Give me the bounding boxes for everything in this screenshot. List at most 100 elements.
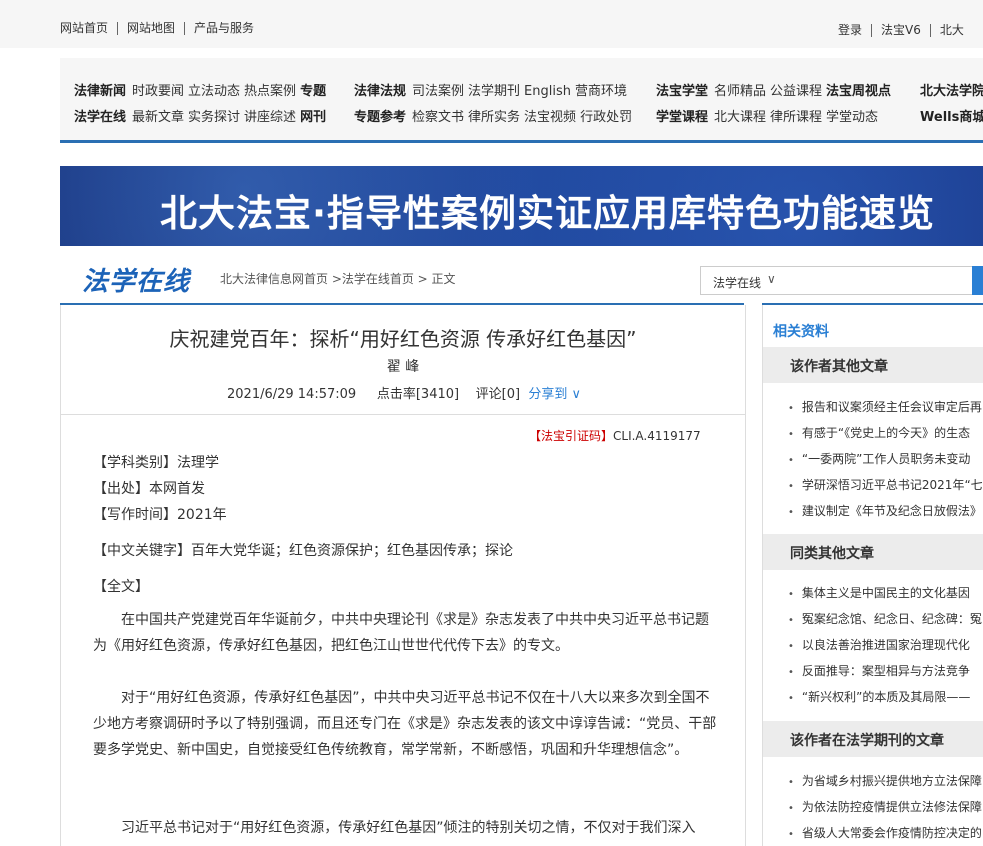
- chevron-down-icon: ∨: [767, 272, 776, 286]
- nav-group-academy: 法宝学堂 名师精品 公益课程 法宝周视点: [656, 80, 897, 99]
- journal-articles-list: 为省域乡村振兴提供地方立法保障 为依法防控疫情提供立法修法保障 省级人大常委会作…: [788, 768, 983, 846]
- list-item[interactable]: 省级人大常委会作疫情防控决定的: [788, 820, 983, 846]
- nav-divider: [60, 140, 983, 143]
- list-item[interactable]: 反面推导：案型相异与方法竞争: [788, 658, 983, 684]
- nav-link[interactable]: 热点案例: [244, 84, 296, 99]
- search-scope-value: 法学在线: [713, 276, 762, 290]
- promo-banner[interactable]: 北大法宝·指导性案例实证应用库特色功能速览: [60, 166, 983, 246]
- nav-link[interactable]: 法学期刊: [468, 84, 520, 99]
- nav-group-shop: Wells商城: [920, 106, 983, 125]
- list-item[interactable]: 有感于“《党史上的今天》的生态: [788, 420, 983, 446]
- section-title: 该作者在法学期刊的文章: [790, 733, 944, 749]
- divider: [117, 22, 119, 35]
- section-similar-articles: 同类其他文章: [763, 534, 983, 570]
- share-button[interactable]: 分享到 ∨: [528, 387, 581, 402]
- list-item[interactable]: 以良法善治推进国家治理现代化: [788, 632, 983, 658]
- search-scope-select[interactable]: 法学在线 ∨: [700, 266, 784, 295]
- source: 【出处】本网首发: [93, 481, 205, 497]
- article-author[interactable]: 翟 峰: [61, 356, 745, 376]
- list-item[interactable]: 集体主义是中国民主的文化基因: [788, 580, 983, 606]
- written-time: 【写作时间】2021年: [93, 507, 227, 523]
- nav-group-law: 法律法规 司法案例 法学期刊 English 营商环境: [354, 80, 631, 99]
- login-link[interactable]: 登录: [838, 23, 862, 37]
- paragraph-2: 对于“用好红色资源，传承好红色基因”，中共中央习近平总书记不仅在十八大以来多次到…: [93, 690, 717, 758]
- nav-link[interactable]: 学堂动态: [826, 110, 878, 125]
- divider: [929, 24, 931, 37]
- nav-head-topics[interactable]: 专题参考: [354, 110, 406, 125]
- divider: [184, 22, 186, 35]
- paragraph-1: 在中国共产党建党百年华诞前夕，中共中央理论刊《求是》杂志发表了中共中央习近平总书…: [93, 612, 709, 654]
- fulltext-heading: 【全文】: [93, 579, 149, 595]
- divider: [871, 24, 873, 37]
- click-count: 点击率[3410]: [376, 387, 460, 402]
- sitemap-link[interactable]: 网站地图: [127, 21, 175, 35]
- citation-label: 【法宝引证码】: [529, 429, 614, 443]
- nav-link[interactable]: English: [524, 84, 571, 99]
- nav-head-news[interactable]: 法律新闻: [74, 84, 126, 99]
- list-item[interactable]: 冤案纪念馆、纪念日、纪念碑：冤: [788, 606, 983, 632]
- nav-link[interactable]: 法宝视频: [524, 110, 576, 125]
- nav-link[interactable]: 实务探讨: [188, 110, 240, 125]
- home-link[interactable]: 网站首页: [60, 21, 108, 35]
- top-links-right: 登录 法宝V6 北大: [838, 21, 964, 38]
- nav-head-law[interactable]: 法律法规: [354, 84, 406, 99]
- nav-link[interactable]: 名师精品: [714, 84, 766, 99]
- list-item[interactable]: 学研深悟习近平总书记2021年“七: [788, 472, 983, 498]
- subject-category: 【学科类别】法理学: [93, 455, 219, 471]
- nav-head-online[interactable]: 法学在线: [74, 110, 126, 125]
- nav-link[interactable]: 检察文书: [412, 110, 464, 125]
- nav-group-pku: 北大法学院: [920, 80, 983, 99]
- nav-link-topic[interactable]: 专题: [300, 84, 326, 99]
- nav-group-online: 法学在线 最新文章 实务探讨 讲座综述 网刊: [74, 106, 332, 125]
- nav-link[interactable]: 司法案例: [412, 84, 464, 99]
- main-navigation: 法律新闻 时政要闻 立法动态 热点案例 专题 法律法规 司法案例 法学期刊 English 营商…: [60, 58, 983, 140]
- top-links-left: 网站首页 网站地图 产品与服务: [60, 19, 254, 36]
- citation-code: 【法宝引证码】CLI.A.4119177: [529, 427, 701, 444]
- breadcrumb[interactable]: 北大法律信息网首页 >法学在线首页 > 正文: [220, 270, 456, 287]
- banner-title: 北大法宝·指导性案例实证应用库特色功能速览: [160, 192, 936, 235]
- author-articles-list: 报告和议案须经主任会议审定后再 有感于“《党史上的今天》的生态 “一委两院”工作…: [788, 394, 983, 524]
- nav-group-topics: 专题参考 检察文书 律所实务 法宝视频 行政处罚: [354, 106, 636, 125]
- related-sidebar: 相关资料 该作者其他文章 报告和议案须经主任会议审定后再 有感于“《党史上的今天…: [762, 305, 983, 846]
- nav-link[interactable]: 公益课程: [770, 84, 822, 99]
- list-item[interactable]: 报告和议案须经主任会议审定后再: [788, 394, 983, 420]
- section-journal-articles: 该作者在法学期刊的文章: [763, 721, 983, 757]
- nav-link[interactable]: 讲座综述: [244, 110, 296, 125]
- similar-articles-list: 集体主义是中国民主的文化基因 冤案纪念馆、纪念日、纪念碑：冤 以良法善治推进国家…: [788, 580, 983, 710]
- article-panel: 庆祝建党百年：探析“用好红色资源 传承好红色基因” 翟 峰 2021/6/29 …: [60, 305, 746, 846]
- nav-head-shop[interactable]: Wells商城: [920, 110, 983, 125]
- section-author-articles: 该作者其他文章: [763, 347, 983, 383]
- article-title: 庆祝建党百年：探析“用好红色资源 传承好红色基因”: [169, 327, 637, 351]
- nav-link[interactable]: 时政要闻: [132, 84, 184, 99]
- list-item[interactable]: 为依法防控疫情提供立法修法保障: [788, 794, 983, 820]
- nav-head-pku[interactable]: 北大法学院: [920, 84, 983, 99]
- products-link[interactable]: 产品与服务: [194, 21, 254, 35]
- list-item[interactable]: “新兴权利”的本质及其局限——: [788, 684, 983, 710]
- nav-head-courses[interactable]: 学堂课程: [656, 110, 708, 125]
- search-button[interactable]: [972, 266, 983, 295]
- nav-link[interactable]: 营商环境: [575, 84, 627, 99]
- nav-link[interactable]: 北大课程: [714, 110, 766, 125]
- nav-link[interactable]: 行政处罚: [580, 110, 632, 125]
- citation-value: CLI.A.4119177: [613, 429, 701, 443]
- publish-date: 2021/6/29 14:57:09: [227, 387, 357, 402]
- section-title: 同类其他文章: [790, 546, 874, 562]
- search-input[interactable]: [783, 266, 974, 295]
- nav-link[interactable]: 律所课程: [770, 110, 822, 125]
- article-header: 庆祝建党百年：探析“用好红色资源 传承好红色基因” 翟 峰 2021/6/29 …: [61, 305, 745, 415]
- nav-link-weekly[interactable]: 法宝周视点: [826, 84, 891, 99]
- nav-link-journal[interactable]: 网刊: [300, 110, 326, 125]
- nav-link[interactable]: 最新文章: [132, 110, 184, 125]
- sidebar-title: 相关资料: [773, 324, 829, 340]
- list-item[interactable]: 为省域乡村振兴提供地方立法保障: [788, 768, 983, 794]
- nav-link[interactable]: 立法动态: [188, 84, 240, 99]
- nav-link[interactable]: 律所实务: [468, 110, 520, 125]
- list-item[interactable]: 建议制定《年节及纪念日放假法》: [788, 498, 983, 524]
- beida-link[interactable]: 北大: [940, 23, 964, 37]
- list-item[interactable]: “一委两院”工作人员职务未变动: [788, 446, 983, 472]
- paragraph-3: 习近平总书记对于“用好红色资源，传承好红色基因”倾注的特别关切之情，不仅对于我们…: [121, 820, 696, 836]
- comment-count[interactable]: 评论[0]: [476, 387, 520, 402]
- nav-head-academy[interactable]: 法宝学堂: [656, 84, 708, 99]
- fabao-v6-link[interactable]: 法宝V6: [881, 23, 921, 37]
- site-logo[interactable]: 法学在线: [82, 261, 190, 298]
